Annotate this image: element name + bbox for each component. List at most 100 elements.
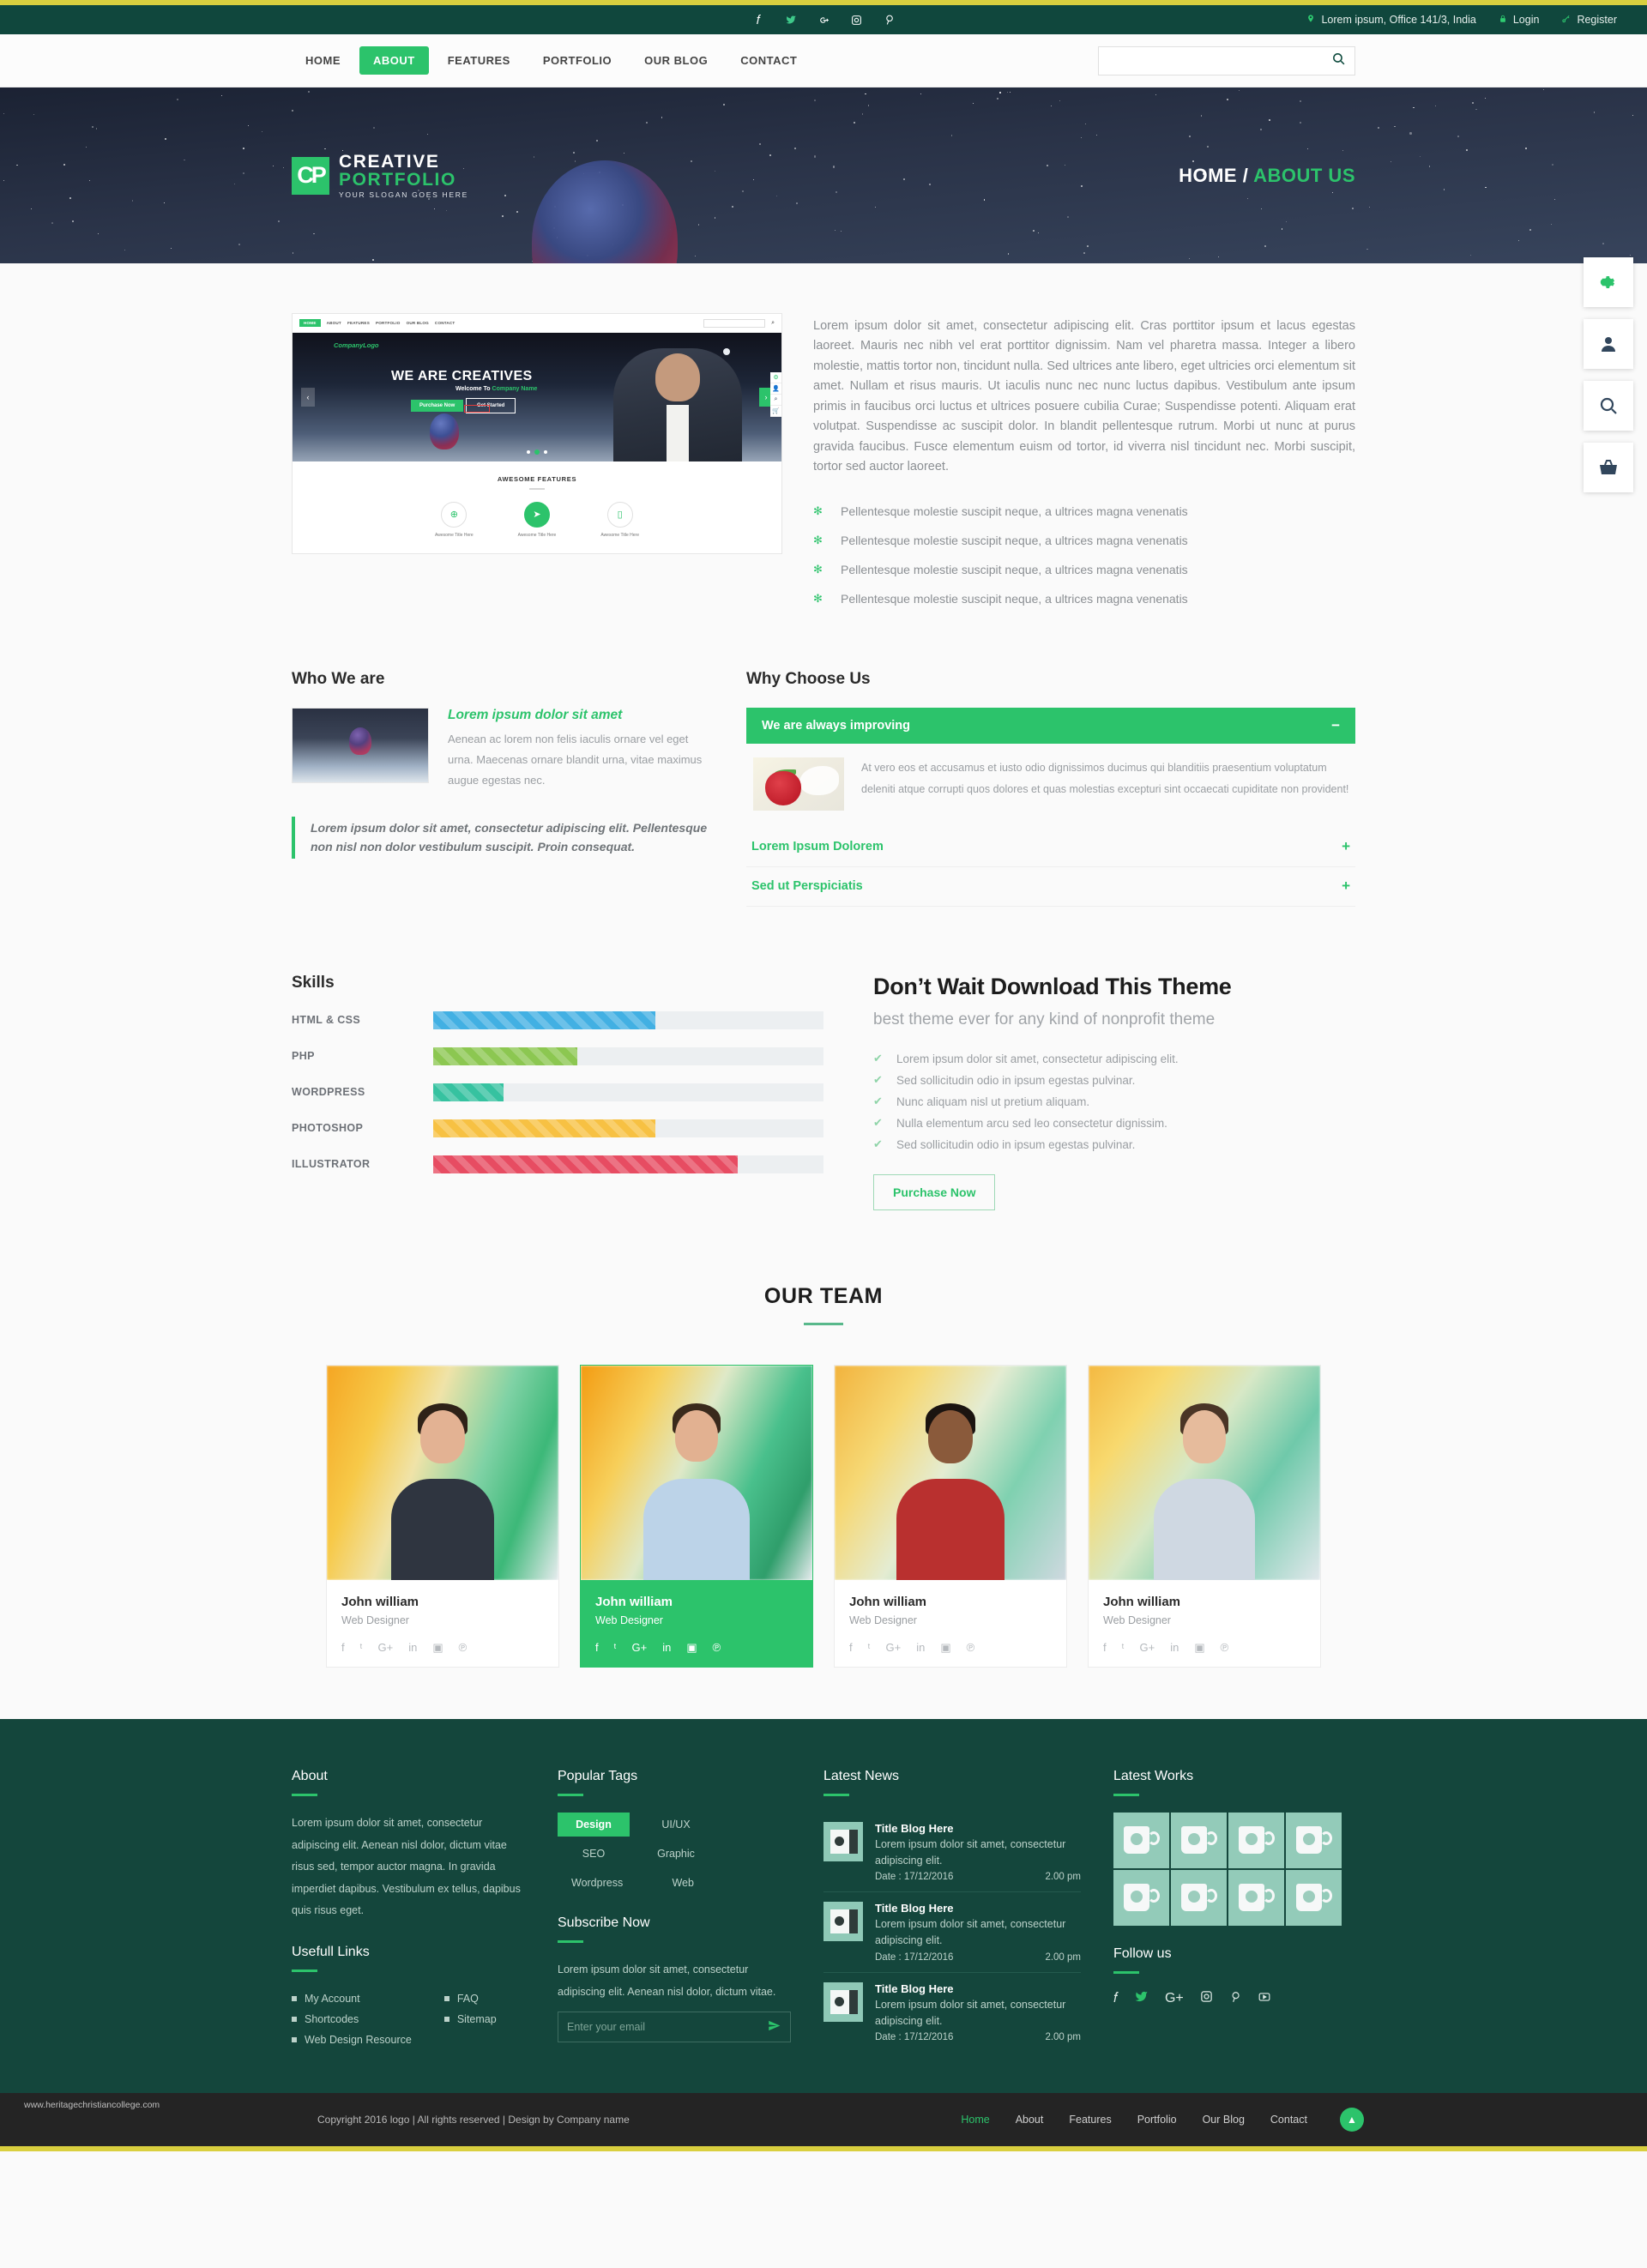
footer-menu-contact[interactable]: Contact: [1270, 2114, 1307, 2126]
tag-graphic[interactable]: Graphic: [640, 1842, 712, 1866]
work-thumbnail[interactable]: [1286, 1870, 1342, 1926]
tag-design[interactable]: Design: [558, 1813, 630, 1837]
basket-icon[interactable]: [1584, 443, 1633, 492]
linkedin-icon[interactable]: in: [916, 1641, 925, 1655]
linkedin-icon[interactable]: in: [1170, 1641, 1179, 1655]
twitter-icon[interactable]: ᵗ: [360, 1641, 363, 1655]
instagram-icon[interactable]: ▣: [686, 1641, 697, 1655]
purchase-now-button[interactable]: Purchase Now: [873, 1174, 995, 1210]
list-item[interactable]: My Account: [292, 1988, 412, 2009]
pinterest-icon[interactable]: ℗: [713, 1641, 721, 1655]
twitter-icon[interactable]: ᵗ: [868, 1641, 871, 1655]
footer-menu-features[interactable]: Features: [1069, 2114, 1111, 2126]
pinterest-icon[interactable]: [1229, 1990, 1241, 2008]
pinterest-icon[interactable]: ℗: [967, 1641, 975, 1655]
instagram-icon[interactable]: ▣: [940, 1641, 950, 1655]
twitter-icon[interactable]: [1134, 1990, 1149, 2007]
list-item[interactable]: Sitemap: [444, 2009, 497, 2030]
work-thumbnail[interactable]: [1113, 1813, 1169, 1868]
pinterest-icon[interactable]: [882, 13, 896, 27]
work-thumbnail[interactable]: [1171, 1813, 1227, 1868]
user-icon[interactable]: [1584, 319, 1633, 369]
list-item[interactable]: FAQ: [444, 1988, 497, 2009]
instagram-icon[interactable]: [1200, 1990, 1213, 2007]
work-thumbnail[interactable]: [1286, 1813, 1342, 1868]
accordion-row-sed-ut-perspiciatis[interactable]: Sed ut Perspiciatis +: [746, 867, 1355, 907]
search-icon[interactable]: [1584, 381, 1633, 431]
team-member-card[interactable]: John william Web Designer f ᵗ G+ in ▣ ℗: [834, 1365, 1067, 1668]
preview-nav-contact: CONTACT: [435, 321, 455, 325]
register-link[interactable]: Register: [1561, 14, 1617, 27]
footer-menu-about[interactable]: About: [1016, 2114, 1044, 2126]
team-member-card[interactable]: John william Web Designer f ᵗ G+ in ▣ ℗: [326, 1365, 559, 1668]
linkedin-icon[interactable]: in: [662, 1641, 671, 1655]
facebook-icon[interactable]: 𝑓: [1113, 1991, 1118, 2006]
nav-item-home[interactable]: HOME: [292, 46, 354, 75]
nav-item-contact[interactable]: CONTACT: [727, 46, 811, 75]
team-member-card[interactable]: John william Web Designer f ᵗ G+ in ▣ ℗: [1088, 1365, 1321, 1668]
gear-icon[interactable]: [1584, 257, 1633, 307]
news-item[interactable]: Title Blog Here Lorem ipsum dolor sit ame…: [824, 1813, 1081, 1893]
site-logo[interactable]: CP CREATIVE PORTFOLIO YOUR SLOGAN GOES H…: [292, 153, 468, 198]
footer-menu-home[interactable]: Home: [961, 2114, 989, 2126]
nav-item-our-blog[interactable]: OUR BLOG: [630, 46, 721, 75]
facebook-icon[interactable]: 𝑓: [751, 13, 765, 27]
google-plus-icon[interactable]: G+: [1139, 1641, 1155, 1655]
tag-wordpress[interactable]: Wordpress: [558, 1871, 636, 1895]
news-item[interactable]: Title Blog Here Lorem ipsum dolor sit ame…: [824, 1892, 1081, 1973]
work-thumbnail[interactable]: [1228, 1813, 1284, 1868]
search-box[interactable]: [1098, 46, 1355, 75]
plus-icon[interactable]: +: [1342, 838, 1350, 855]
work-thumbnail[interactable]: [1228, 1870, 1284, 1926]
scroll-to-top-button[interactable]: ▲: [1340, 2108, 1364, 2132]
tag-seo[interactable]: SEO: [558, 1842, 630, 1866]
linkedin-icon[interactable]: in: [408, 1641, 417, 1655]
team-member-card[interactable]: John william Web Designer f ᵗ G+ in ▣ ℗: [580, 1365, 813, 1668]
google-plus-icon[interactable]: G+: [1165, 1991, 1184, 2006]
list-item[interactable]: Shortcodes: [292, 2009, 412, 2030]
google-plus-icon[interactable]: G+: [631, 1641, 647, 1655]
facebook-icon[interactable]: f: [595, 1641, 599, 1655]
plus-icon[interactable]: +: [1342, 878, 1350, 895]
search-input[interactable]: [1107, 54, 1331, 67]
accordion-header-open[interactable]: We are always improving −: [746, 708, 1355, 744]
google-plus-icon[interactable]: G+: [885, 1641, 901, 1655]
search-icon[interactable]: [1331, 51, 1346, 70]
youtube-icon[interactable]: [1258, 1991, 1271, 2007]
facebook-icon[interactable]: f: [849, 1641, 853, 1655]
nav-item-about[interactable]: ABOUT: [359, 46, 429, 75]
location-pin-icon: [1306, 13, 1315, 27]
instagram-icon[interactable]: [849, 13, 863, 27]
facebook-icon[interactable]: f: [1103, 1641, 1107, 1655]
twitter-icon[interactable]: ᵗ: [1122, 1641, 1125, 1655]
bullet-square-icon: [444, 1996, 449, 2001]
tag-web[interactable]: Web: [647, 1871, 719, 1895]
pinterest-icon[interactable]: ℗: [1221, 1641, 1229, 1655]
twitter-icon[interactable]: [784, 13, 798, 27]
accordion-row-lorem-ipsum-dolorem[interactable]: Lorem Ipsum Dolorem +: [746, 828, 1355, 867]
google-plus-icon[interactable]: [817, 13, 830, 27]
pinterest-icon[interactable]: ℗: [459, 1641, 468, 1655]
instagram-icon[interactable]: ▣: [432, 1641, 443, 1655]
team-member-photo: [581, 1366, 812, 1580]
footer-menu-our-blog[interactable]: Our Blog: [1203, 2114, 1245, 2126]
work-thumbnail[interactable]: [1113, 1870, 1169, 1926]
email-field[interactable]: [567, 2021, 767, 2033]
facebook-icon[interactable]: f: [341, 1641, 345, 1655]
skill-label: PHP: [292, 1050, 433, 1062]
minus-icon[interactable]: −: [1331, 717, 1340, 734]
breadcrumb-home[interactable]: HOME: [1179, 165, 1237, 186]
subscribe-form[interactable]: [558, 2012, 791, 2042]
nav-item-portfolio[interactable]: PORTFOLIO: [529, 46, 625, 75]
tag-ui-ux[interactable]: UI/UX: [640, 1813, 712, 1837]
footer-menu-portfolio[interactable]: Portfolio: [1137, 2114, 1177, 2126]
send-icon[interactable]: [767, 2019, 781, 2036]
twitter-icon[interactable]: ᵗ: [614, 1641, 617, 1655]
instagram-icon[interactable]: ▣: [1194, 1641, 1204, 1655]
list-item[interactable]: Web Design Resource: [292, 2030, 412, 2050]
work-thumbnail[interactable]: [1171, 1870, 1227, 1926]
google-plus-icon[interactable]: G+: [377, 1641, 393, 1655]
login-link[interactable]: Login: [1499, 14, 1540, 27]
news-item[interactable]: Title Blog Here Lorem ipsum dolor sit ame…: [824, 1973, 1081, 2053]
nav-item-features[interactable]: FEATURES: [434, 46, 524, 75]
